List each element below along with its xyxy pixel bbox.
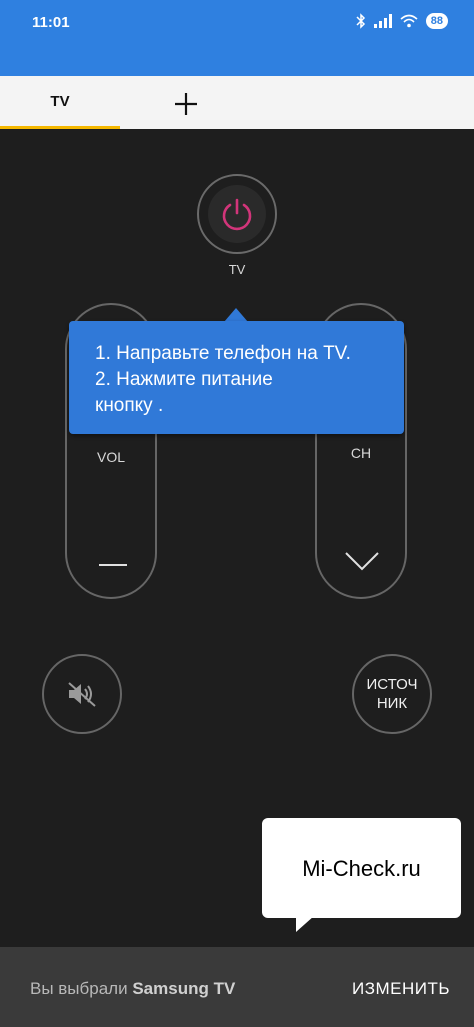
source-button[interactable]: ИСТОЧ НИК [352,654,432,734]
tab-tv-label: TV [50,93,70,110]
minus-icon[interactable] [99,564,127,566]
chevron-down-icon[interactable] [344,551,380,571]
watermark-tail [296,916,314,932]
tooltip-line-1: 1. Направьте телефон на TV. [95,343,351,364]
change-device-button[interactable]: ИЗМЕНИТЬ [352,979,450,999]
wifi-icon [400,14,418,28]
power-label: TV [228,262,246,277]
watermark-bubble: Mi-Check.ru [262,818,461,918]
add-tab-button[interactable] [168,86,204,122]
tab-bar: TV [0,76,474,129]
source-label-line2: НИК [376,695,408,712]
instruction-tooltip: 1. Направьте телефон на TV. 2. Нажмите п… [69,321,404,434]
status-time: 11:01 [32,14,70,31]
tab-tv[interactable]: TV [0,76,120,129]
status-icons: 88 [356,13,448,29]
power-button[interactable] [197,174,277,254]
source-label-line1: ИСТОЧ [366,676,418,693]
ch-label: CH [350,445,372,461]
power-button-inner [208,185,266,243]
selected-device-name: Samsung TV [132,979,236,998]
vol-label: VOL [96,449,125,465]
signal-icon [373,14,392,28]
bluetooth-icon [356,13,365,29]
mute-button[interactable] [42,654,122,734]
tooltip-arrow [224,308,248,322]
source-label: ИСТОЧ НИК [357,675,427,713]
bottom-bar: Вы выбрали Samsung TV ИЗМЕНИТЬ [0,947,474,1027]
watermark-text: Mi-Check.ru [302,856,421,881]
power-icon [222,198,252,231]
status-bar: 11:01 88 [0,0,474,76]
battery-icon: 88 [425,13,448,29]
plus-icon [175,93,197,115]
mute-icon [68,682,96,707]
tooltip-line-2: 2. Нажмите питание [95,369,273,390]
selected-device-text: Вы выбрали Samsung TV [30,979,235,999]
tooltip-line-3: кнопку . [95,395,164,416]
selected-prefix: Вы выбрали [30,979,128,998]
